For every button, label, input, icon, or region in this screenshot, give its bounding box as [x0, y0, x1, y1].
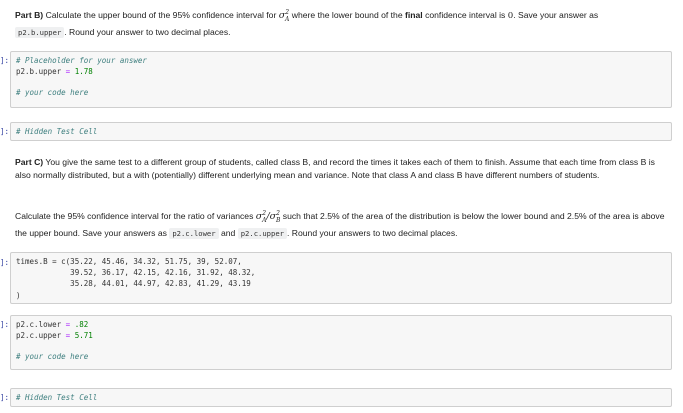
part-c-paragraph-2: Calculate the 95% confidence interval fo…: [15, 207, 673, 240]
hidden-test-cell-b[interactable]: # Hidden Test Cell: [10, 122, 672, 141]
sigma-a-squared: σ2A: [278, 9, 290, 24]
part-c-lead: Part C): [15, 157, 44, 167]
part-b-text-3: confidence interval is: [422, 10, 508, 21]
part-b-text-1: Calculate the upper bound of the 95% con…: [43, 10, 279, 21]
part-c-p2-and: and: [218, 228, 238, 239]
code-cell-answer-c[interactable]: p2.c.lower = .82 p2.c.upper = 5.71 # you…: [10, 315, 672, 370]
cell-prompt: ]:: [0, 127, 10, 136]
code-line: ): [16, 290, 21, 300]
code-line: p2.c.upper = 5.71: [16, 331, 93, 341]
code-line: 35.28, 44.01, 44.97, 42.83, 41.29, 43.19: [16, 279, 251, 289]
part-b-text-5: . Round your answer to two decimal place…: [64, 27, 231, 38]
part-c-paragraph-1: Part C) You give the same test to a diff…: [15, 156, 673, 182]
code-line: times.B = c(35.22, 45.46, 34.32, 51.75, …: [16, 257, 242, 266]
code-line: p2.b.upper = 1.78: [16, 67, 93, 77]
code-line: # Placeholder for your answer: [16, 56, 147, 65]
code-line: # your code here: [16, 352, 89, 362]
part-b-text-4: . Save your answer as: [513, 10, 599, 21]
cell-prompt: ]:: [0, 258, 10, 267]
inline-code-p2-c-lower: p2.c.lower: [169, 228, 219, 240]
cell-prompt: ]:: [0, 320, 10, 329]
code-cell-times-b[interactable]: times.B = c(35.22, 45.46, 34.32, 51.75, …: [10, 252, 672, 304]
part-c-para-1-text: You give the same test to a different gr…: [15, 157, 655, 180]
part-b-text: Part B) Calculate the upper bound of the…: [15, 6, 673, 39]
inline-code-p2-b-upper: p2.b.upper: [15, 27, 65, 39]
cell-prompt: ]:: [0, 56, 10, 65]
code-line: # Hidden Test Cell: [16, 127, 98, 136]
final-word: final: [405, 10, 423, 21]
variance-ratio: σ2A/σ2B: [255, 210, 281, 225]
part-c-p2-text-1: Calculate the 95% confidence interval fo…: [15, 211, 256, 222]
part-c-p2-text-3: . Round your answers to two decimal plac…: [287, 228, 458, 239]
cell-prompt: ]:: [0, 393, 10, 402]
code-line: 39.52, 36.17, 42.15, 42.16, 31.92, 48.32…: [16, 268, 256, 278]
code-line: # your code here: [16, 88, 89, 98]
code-line: p2.c.lower = .82: [16, 320, 89, 329]
hidden-test-cell-c[interactable]: # Hidden Test Cell: [10, 388, 672, 407]
part-b-lead: Part B): [15, 10, 44, 21]
part-b-text-2: where the lower bound of the: [289, 10, 406, 21]
inline-code-p2-c-upper: p2.c.upper: [237, 228, 287, 240]
code-line: # Hidden Test Cell: [16, 393, 98, 402]
code-cell-answer-b[interactable]: # Placeholder for your answer p2.b.upper…: [10, 51, 672, 108]
